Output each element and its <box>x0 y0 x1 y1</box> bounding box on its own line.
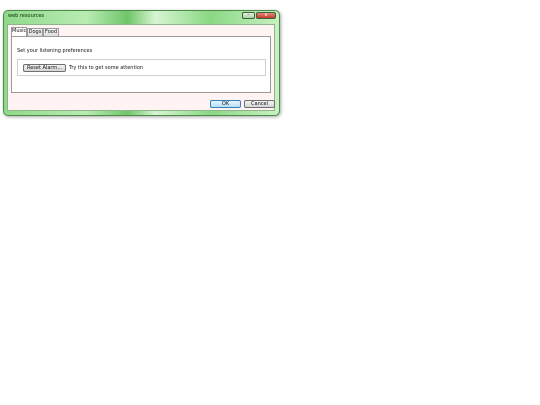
alarm-group: Reset Alarm... Try this to get some atte… <box>17 59 266 76</box>
tab-music[interactable]: Music <box>11 27 27 36</box>
ok-button[interactable]: OK <box>210 100 241 108</box>
cancel-button[interactable]: Cancel <box>244 100 275 108</box>
minimize-icon: – <box>247 12 250 18</box>
close-button[interactable]: x <box>256 12 276 19</box>
hint-text: Try this to get some attention <box>69 65 144 71</box>
window-title: web resources <box>8 13 45 19</box>
close-icon: x <box>264 12 268 18</box>
dialog-window: web resources – x Music Dogs Food Set yo… <box>3 10 280 116</box>
tab-panel-music: Set your listening preferences Reset Ala… <box>11 36 271 93</box>
tab-food[interactable]: Food <box>43 28 59 36</box>
tab-dogs[interactable]: Dogs <box>27 28 43 36</box>
dialog-client-area: Music Dogs Food Set your listening prefe… <box>7 24 275 111</box>
minimize-button[interactable]: – <box>242 12 255 19</box>
reset-alarm-button[interactable]: Reset Alarm... <box>23 64 66 72</box>
preferences-text: Set your listening preferences <box>17 48 93 54</box>
title-bar[interactable]: web resources – x <box>4 11 279 23</box>
